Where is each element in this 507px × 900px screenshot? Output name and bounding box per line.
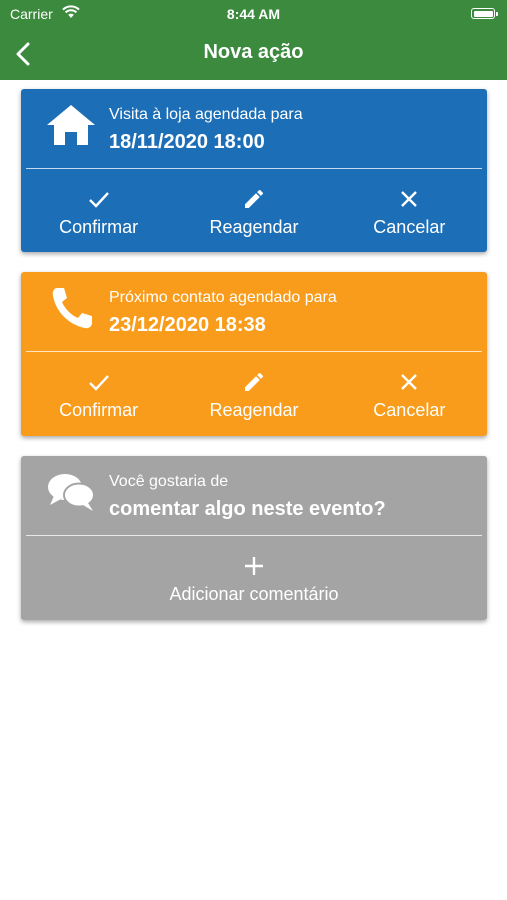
status-bar: Carrier 8:44 AM (0, 0, 507, 28)
check-icon (87, 370, 111, 394)
store-visit-card: Visita à loja agendada para 18/11/2020 1… (21, 89, 487, 252)
phone-icon (45, 286, 97, 330)
reschedule-button[interactable]: Reagendar (176, 169, 331, 252)
status-time: 8:44 AM (226, 6, 281, 22)
card-question: comentar algo neste evento? (109, 498, 386, 520)
add-comment-button[interactable]: Adicionar comentário (21, 536, 487, 619)
card-subtitle: Visita à loja agendada para (109, 106, 303, 123)
confirm-button[interactable]: Confirmar (21, 169, 176, 252)
close-icon (397, 370, 421, 394)
pencil-icon (242, 370, 266, 394)
card-actions: Confirmar Reagendar Cancelar (21, 169, 487, 252)
cancel-label: Cancelar (373, 400, 446, 420)
cancel-button[interactable]: Cancelar (332, 352, 487, 435)
comments-icon (45, 470, 97, 514)
close-icon (397, 187, 421, 211)
add-comment-label: Adicionar comentário (169, 584, 339, 604)
cancel-button[interactable]: Cancelar (332, 169, 487, 252)
card-datetime: 23/12/2020 18:38 (109, 314, 266, 336)
battery-icon (471, 8, 498, 19)
card-subtitle: Próximo contato agendado para (109, 289, 337, 306)
pencil-icon (242, 187, 266, 211)
page-title: Nova ação (203, 41, 304, 63)
reschedule-label: Reagendar (209, 400, 299, 420)
card-datetime: 18/11/2020 18:00 (109, 131, 265, 153)
confirm-button[interactable]: Confirmar (21, 352, 176, 435)
check-icon (87, 187, 111, 211)
next-contact-card: Próximo contato agendado para 23/12/2020… (21, 272, 487, 436)
cancel-label: Cancelar (373, 217, 446, 237)
confirm-label: Confirmar (59, 217, 139, 237)
home-icon (45, 103, 97, 147)
comment-card: Você gostaria de comentar algo neste eve… (21, 456, 487, 620)
card-actions: Confirmar Reagendar Cancelar (21, 352, 487, 435)
card-subtitle: Você gostaria de (109, 473, 229, 490)
navigation-bar: Nova ação (0, 28, 507, 80)
confirm-label: Confirmar (59, 400, 139, 420)
plus-icon (242, 554, 266, 578)
reschedule-button[interactable]: Reagendar (176, 352, 331, 435)
card-actions: Adicionar comentário (21, 536, 487, 619)
reschedule-label: Reagendar (209, 217, 299, 237)
